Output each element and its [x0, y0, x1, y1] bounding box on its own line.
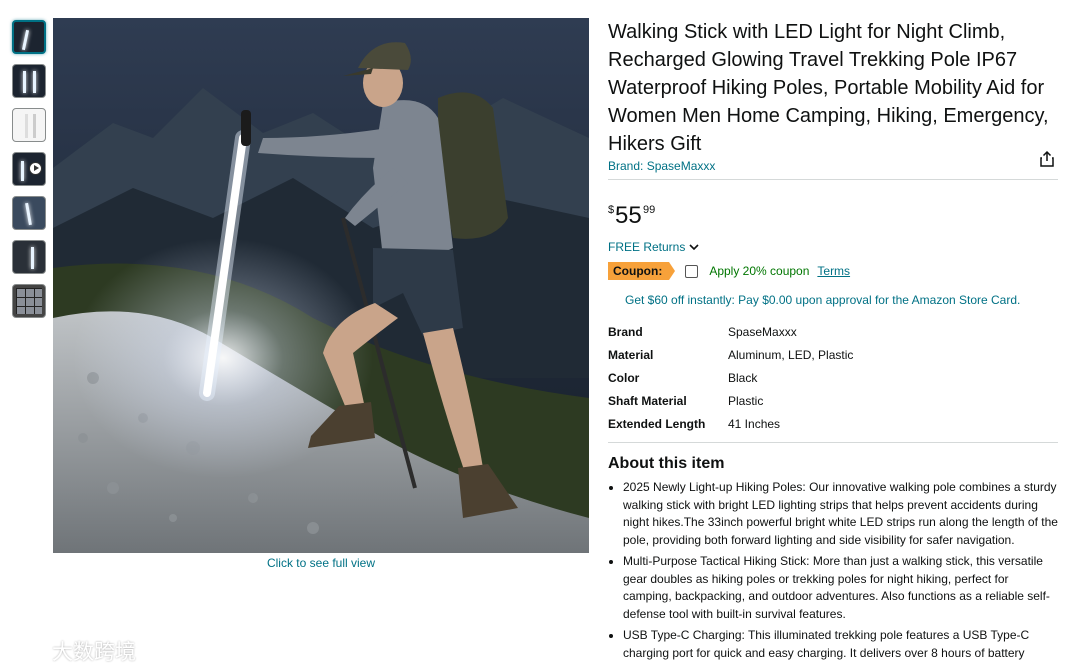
- price-symbol: $: [608, 204, 615, 216]
- spec-value: Black: [728, 371, 758, 385]
- thumbnail-strip: [12, 20, 50, 328]
- free-returns-label: FREE Returns: [608, 240, 686, 254]
- thumbnail-night-hiker[interactable]: [12, 20, 46, 54]
- main-product-image[interactable]: [53, 18, 589, 553]
- free-returns-link[interactable]: FREE Returns: [608, 240, 1058, 254]
- divider: [608, 442, 1058, 443]
- spec-key: Color: [608, 371, 640, 385]
- coupon-badge: Coupon:: [608, 262, 676, 280]
- spec-key: Shaft Material: [608, 394, 687, 408]
- thumbnail-poles-pair[interactable]: [12, 64, 46, 98]
- spec-value: 41 Inches: [728, 417, 781, 431]
- watermark: 大数跨境: [8, 636, 136, 666]
- spec-table: Brand SpaseMaxxx Material Aluminum, LED,…: [608, 325, 1058, 440]
- store-card-offer[interactable]: Get $60 off instantly: Pay $0.00 upon ap…: [608, 293, 1058, 307]
- spec-value: Aluminum, LED, Plastic: [728, 348, 854, 362]
- divider: [608, 179, 1058, 180]
- thumbnail-product-white[interactable]: [12, 108, 46, 142]
- spec-row: Color Black: [608, 371, 1058, 394]
- spec-key: Brand: [608, 325, 643, 339]
- coupon-text[interactable]: Apply 20% coupon: [709, 264, 809, 278]
- watermark-text: 大数跨境: [52, 641, 136, 664]
- thumbnail-hiker-2[interactable]: [12, 196, 46, 230]
- about-bullets: 2025 Newly Light-up Hiking Poles: Our in…: [608, 479, 1058, 662]
- full-view-link[interactable]: Click to see full view: [53, 556, 589, 570]
- spec-value: Plastic: [728, 394, 764, 408]
- spec-key: Material: [608, 348, 654, 362]
- spec-key: Extended Length: [608, 417, 706, 431]
- coupon-terms-link[interactable]: Terms: [817, 264, 850, 278]
- watermark-logo-icon: [9, 643, 45, 659]
- share-icon[interactable]: [1038, 150, 1056, 168]
- thumbnail-collage[interactable]: [12, 284, 46, 318]
- about-heading: About this item: [608, 455, 725, 472]
- thumbnail-hiker-3[interactable]: [12, 240, 46, 274]
- spec-row: Material Aluminum, LED, Plastic: [608, 348, 1058, 371]
- brand-link[interactable]: Brand: SpaseMaxxx: [608, 159, 1058, 173]
- thumbnail-video[interactable]: [12, 152, 46, 186]
- spec-row: Brand SpaseMaxxx: [608, 325, 1058, 348]
- coupon-row: Coupon: Apply 20% coupon Terms: [608, 262, 1058, 280]
- price-fraction: 99: [643, 204, 656, 216]
- list-item: Multi-Purpose Tactical Hiking Stick: Mor…: [623, 553, 1058, 623]
- product-title: Walking Stick with LED Light for Night C…: [608, 21, 1049, 155]
- spec-row: Extended Length 41 Inches: [608, 417, 1058, 440]
- chevron-down-icon: [689, 244, 699, 251]
- price-whole: 55: [615, 202, 642, 229]
- list-item: USB Type-C Charging: This illuminated tr…: [623, 627, 1058, 662]
- product-detail: Walking Stick with LED Light for Night C…: [608, 18, 1058, 666]
- list-item: 2025 Newly Light-up Hiking Poles: Our in…: [623, 479, 1058, 549]
- price: $ 55 99: [608, 202, 1058, 229]
- play-icon: [29, 162, 42, 175]
- coupon-checkbox[interactable]: [685, 264, 699, 278]
- spec-row: Shaft Material Plastic: [608, 394, 1058, 417]
- spec-value: SpaseMaxxx: [728, 325, 797, 339]
